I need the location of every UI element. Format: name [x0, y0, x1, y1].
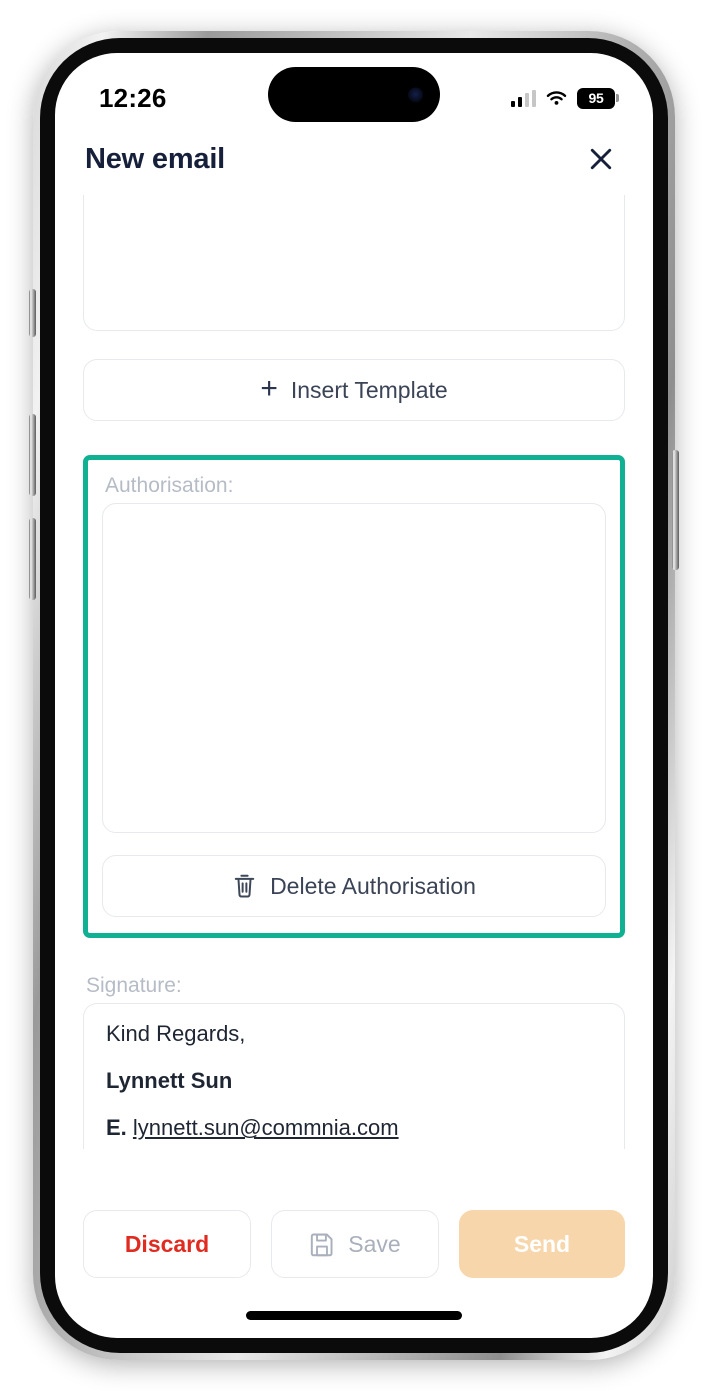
status-time: 12:26: [99, 82, 167, 113]
home-indicator[interactable]: [246, 1311, 462, 1320]
save-button[interactable]: Save: [271, 1210, 439, 1278]
volume-down-button[interactable]: [29, 518, 36, 600]
delete-authorisation-label: Delete Authorisation: [270, 872, 476, 899]
phone-screen: 12:26 95 New email + Insert Template Aut…: [55, 53, 653, 1338]
cellular-signal-icon: [510, 89, 536, 107]
insert-template-button[interactable]: + Insert Template: [83, 359, 625, 421]
authorisation-textarea[interactable]: [102, 503, 606, 833]
front-camera-icon: [408, 87, 423, 102]
compose-form: + Insert Template Authorisation: Delete …: [55, 195, 653, 1280]
floppy-disk-icon: [311, 1233, 333, 1257]
authorisation-section-highlight: Authorisation: Delete Authorisation: [83, 455, 625, 938]
status-indicators: 95: [510, 87, 615, 109]
delete-authorisation-button[interactable]: Delete Authorisation: [102, 855, 606, 917]
close-button[interactable]: [579, 137, 623, 181]
signature-line-name: Lynnett Sun: [106, 1068, 233, 1094]
send-button[interactable]: Send: [459, 1210, 625, 1278]
close-icon: [590, 148, 612, 170]
discard-label: Discard: [124, 1230, 210, 1257]
power-button[interactable]: [672, 450, 679, 570]
save-label: Save: [348, 1230, 401, 1257]
signature-line-email: E. lynnett.sun@commnia.com: [106, 1116, 602, 1140]
battery-level: 95: [588, 90, 604, 106]
signature-email-link[interactable]: lynnett.sun@commnia.com: [133, 1115, 399, 1140]
status-bar: 12:26 95: [55, 53, 653, 127]
action-button[interactable]: [29, 289, 36, 337]
email-body-textarea[interactable]: [83, 195, 625, 331]
plus-icon: +: [260, 372, 278, 405]
phone-frame: 12:26 95 New email + Insert Template Aut…: [29, 31, 679, 1360]
battery-indicator: 95: [577, 87, 615, 109]
insert-template-label: Insert Template: [290, 376, 448, 403]
email-prefix-label: E.: [106, 1115, 127, 1141]
send-label: Send: [513, 1230, 571, 1257]
signature-label: Signature:: [86, 974, 182, 997]
signature-line-greeting: Kind Regards,: [106, 1021, 246, 1046]
page-title: New email: [85, 142, 226, 175]
wifi-icon: [546, 90, 567, 105]
screenshot-stage: 12:26 95 New email + Insert Template Aut…: [0, 0, 708, 1391]
app-header: New email: [55, 127, 653, 195]
discard-button[interactable]: Discard: [83, 1210, 251, 1278]
action-bar: Discard Save Send: [55, 1210, 653, 1278]
dynamic-island: [268, 67, 440, 122]
signature-box[interactable]: Kind Regards, Lynnett Sun E. lynnett.sun…: [83, 1003, 625, 1149]
authorisation-label: Authorisation:: [105, 474, 234, 497]
volume-up-button[interactable]: [29, 414, 36, 496]
signature-section: Signature: Kind Regards, Lynnett Sun E. …: [83, 974, 625, 1149]
trash-icon: [234, 874, 255, 898]
